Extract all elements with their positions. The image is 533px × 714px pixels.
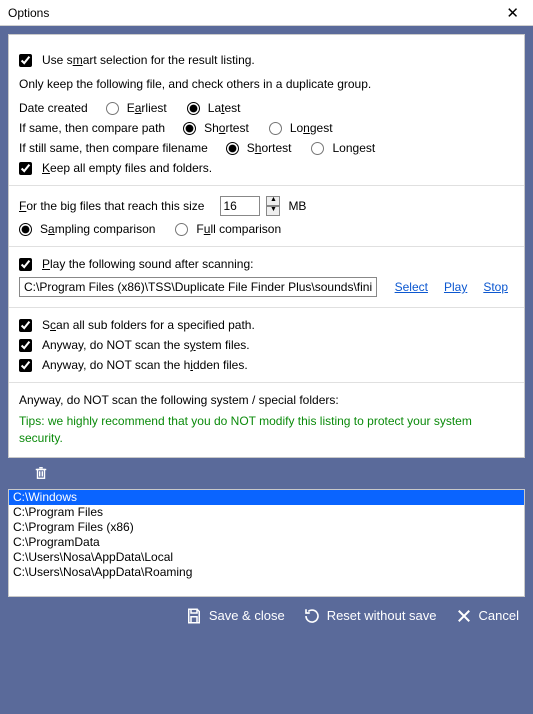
list-toolbar: [0, 462, 533, 489]
sound-path-row: Select Play Stop: [19, 277, 514, 297]
no-system-checkbox[interactable]: [19, 339, 32, 352]
no-hidden-row: Anyway, do NOT scan the hidden files.: [19, 358, 514, 372]
titlebar: Options ✕: [0, 0, 533, 26]
fn-shortest-label: Shortest: [247, 141, 292, 155]
list-item[interactable]: C:\Windows: [9, 490, 524, 505]
same-filename-label: If still same, then compare filename: [19, 141, 208, 155]
keep-empty-checkbox[interactable]: [19, 162, 32, 175]
same-path-row: If same, then compare path Shortest Long…: [19, 121, 514, 135]
earliest-label: Earliest: [127, 101, 167, 115]
sound-label: Play the following sound after scanning:: [42, 257, 253, 271]
smart-selection-checkbox[interactable]: [19, 54, 32, 67]
footer: Save & close Reset without save Cancel: [0, 597, 533, 635]
select-link[interactable]: Select: [395, 280, 428, 294]
play-link[interactable]: Play: [444, 280, 467, 294]
big-files-spinner[interactable]: ▲ ▼: [266, 196, 280, 216]
same-filename-row: If still same, then compare filename Sho…: [19, 141, 514, 155]
close-icon[interactable]: ✕: [500, 4, 525, 22]
full-radio[interactable]: [175, 223, 188, 236]
exclude-listbox[interactable]: C:\WindowsC:\Program FilesC:\Program Fil…: [8, 489, 525, 597]
save-icon: [185, 607, 203, 625]
options-panel: Use smart selection for the result listi…: [8, 34, 525, 458]
reset-icon: [303, 607, 321, 625]
path-longest-radio[interactable]: [269, 122, 282, 135]
comparison-row: Sampling comparison Full comparison: [19, 222, 514, 236]
earliest-radio[interactable]: [106, 102, 119, 115]
big-files-unit: MB: [288, 199, 306, 213]
sound-row: Play the following sound after scanning:: [19, 257, 514, 271]
latest-radio[interactable]: [187, 102, 200, 115]
list-item[interactable]: C:\Program Files: [9, 505, 524, 520]
sampling-radio[interactable]: [19, 223, 32, 236]
latest-label: Latest: [208, 101, 241, 115]
fn-shortest-radio[interactable]: [226, 142, 239, 155]
path-shortest-radio[interactable]: [183, 122, 196, 135]
sound-path-input[interactable]: [19, 277, 377, 297]
no-system-row: Anyway, do NOT scan the system files.: [19, 338, 514, 352]
cancel-icon: [455, 607, 473, 625]
scan-sub-checkbox[interactable]: [19, 319, 32, 332]
no-system-label: Anyway, do NOT scan the system files.: [42, 338, 250, 352]
smart-selection-row: Use smart selection for the result listi…: [19, 53, 514, 67]
scan-sub-label: Scan all sub folders for a specified pat…: [42, 318, 255, 332]
full-label: Full comparison: [196, 222, 281, 236]
reset-button[interactable]: Reset without save: [303, 607, 437, 625]
sampling-label: Sampling comparison: [40, 222, 155, 236]
scan-sub-row: Scan all sub folders for a specified pat…: [19, 318, 514, 332]
big-files-row: For the big files that reach this size ▲…: [19, 196, 514, 216]
window-title: Options: [8, 6, 49, 20]
fn-longest-radio[interactable]: [311, 142, 324, 155]
spin-down-icon[interactable]: ▼: [266, 206, 280, 216]
list-item[interactable]: C:\ProgramData: [9, 535, 524, 550]
cancel-button[interactable]: Cancel: [455, 607, 519, 625]
save-close-button[interactable]: Save & close: [185, 607, 285, 625]
big-files-input[interactable]: [220, 196, 260, 216]
no-hidden-label: Anyway, do NOT scan the hidden files.: [42, 358, 248, 372]
stop-link[interactable]: Stop: [483, 280, 508, 294]
exclude-tips: Tips: we highly recommend that you do NO…: [19, 413, 514, 447]
list-item[interactable]: C:\Program Files (x86): [9, 520, 524, 535]
trash-icon[interactable]: [34, 466, 48, 485]
list-item[interactable]: C:\Users\Nosa\AppData\Local: [9, 550, 524, 565]
smart-selection-desc: Only keep the following file, and check …: [19, 77, 514, 91]
fn-longest-label: Longest: [332, 141, 375, 155]
keep-empty-label: Keep all empty files and folders.: [42, 161, 212, 175]
spin-up-icon[interactable]: ▲: [266, 196, 280, 206]
date-created-row: Date created Earliest Latest: [19, 101, 514, 115]
same-path-label: If same, then compare path: [19, 121, 165, 135]
no-hidden-checkbox[interactable]: [19, 359, 32, 372]
date-created-label: Date created: [19, 101, 88, 115]
list-item[interactable]: C:\Users\Nosa\AppData\Roaming: [9, 565, 524, 580]
big-files-label: For the big files that reach this size: [19, 199, 204, 213]
keep-empty-row: Keep all empty files and folders.: [19, 161, 514, 175]
exclude-heading: Anyway, do NOT scan the following system…: [19, 393, 514, 407]
sound-checkbox[interactable]: [19, 258, 32, 271]
path-longest-label: Longest: [290, 121, 333, 135]
path-shortest-label: Shortest: [204, 121, 249, 135]
smart-selection-label: Use smart selection for the result listi…: [42, 53, 255, 67]
